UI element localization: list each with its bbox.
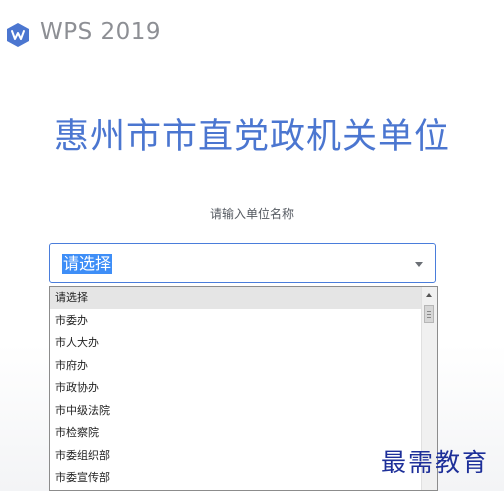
select-current-value: 请选择 bbox=[62, 254, 113, 274]
watermark: 最需教育 bbox=[381, 448, 490, 477]
chevron-down-icon[interactable] bbox=[415, 262, 423, 267]
dropdown-option[interactable]: 市委办 bbox=[50, 310, 422, 332]
unit-select[interactable]: 请选择 bbox=[49, 243, 436, 283]
scrollbar-thumb[interactable] bbox=[424, 305, 434, 323]
wps-logo-icon bbox=[7, 23, 29, 47]
dropdown-option[interactable]: 市委组织部 bbox=[50, 445, 422, 467]
dropdown-option[interactable]: 市人大办 bbox=[50, 332, 422, 354]
unit-name-prompt: 请输入单位名称 bbox=[209, 207, 294, 221]
unit-dropdown-list[interactable]: 请选择 市委办 市人大办 市府办 市政协办 市中级法院 市检察院 市委组织部 市… bbox=[49, 286, 438, 491]
dropdown-option[interactable]: 市委宣传部 bbox=[50, 467, 422, 489]
thumb-grip bbox=[427, 311, 431, 312]
scroll-up-arrow-icon[interactable] bbox=[426, 293, 432, 297]
dropdown-option[interactable]: 市政协办 bbox=[50, 377, 422, 399]
app-brand: WPS 2019 bbox=[40, 19, 162, 45]
title-bar: WPS 2019 bbox=[0, 0, 504, 70]
thumb-grip bbox=[427, 314, 431, 315]
dropdown-option[interactable]: 市中级法院 bbox=[50, 400, 422, 422]
thumb-grip bbox=[427, 317, 431, 318]
organization-title: 惠州市市直党政机关单位 bbox=[53, 117, 450, 157]
dropdown-option[interactable]: 市检察院 bbox=[50, 422, 422, 444]
dropdown-option[interactable]: 市府办 bbox=[50, 355, 422, 377]
dropdown-option[interactable]: 请选择 bbox=[50, 287, 422, 309]
